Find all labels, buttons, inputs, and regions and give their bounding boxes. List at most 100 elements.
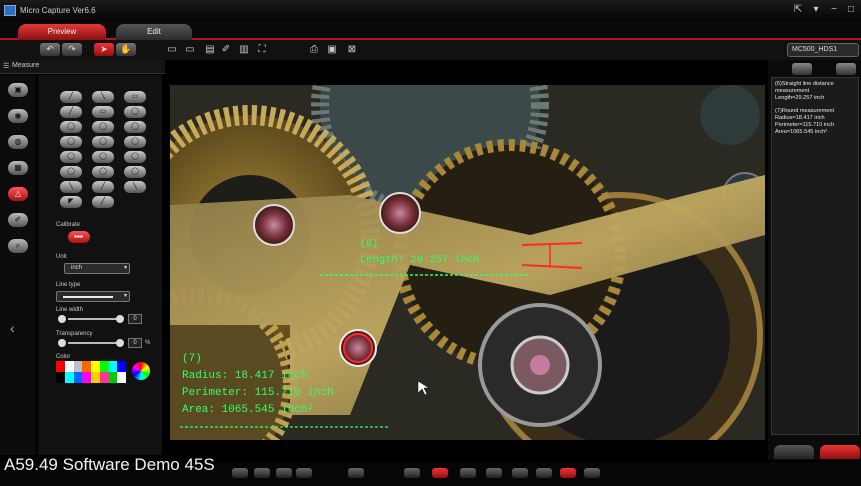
color-swatch[interactable] — [56, 372, 65, 383]
color-swatch[interactable] — [64, 361, 74, 372]
pan-hand-button[interactable]: ✋ — [116, 43, 136, 56]
results-clear-button[interactable] — [774, 445, 814, 459]
measure-line2-icon[interactable]: ╱ — [92, 181, 114, 193]
measure-freehand-icon[interactable]: ╱ — [92, 196, 114, 208]
color-swatch[interactable] — [108, 361, 118, 372]
measure-rectangle-icon[interactable]: ▭ — [124, 91, 146, 103]
playback-button[interactable] — [536, 468, 552, 478]
radius-text: Radius: 18.417 inch — [182, 370, 307, 382]
playback-button[interactable] — [584, 468, 600, 478]
measure-point-line-icon[interactable]: ◯ — [92, 151, 114, 163]
unit-label: Unit — [56, 254, 67, 260]
transparency-knob[interactable] — [116, 339, 124, 347]
fullscreen-icon[interactable]: ⛶ — [256, 44, 268, 55]
record-button[interactable] — [432, 468, 448, 478]
measure-polyline-icon[interactable]: ╲ — [92, 91, 114, 103]
transparency-slider[interactable] — [68, 342, 118, 344]
edit-icon[interactable]: ✐ — [220, 44, 232, 55]
line-width-slider[interactable] — [68, 318, 118, 320]
measure-center-circle-icon[interactable]: ◯ — [60, 136, 82, 148]
camera-snapshot-icon[interactable] — [792, 63, 812, 75]
select-cursor-button[interactable]: ➤ — [94, 43, 114, 56]
collapse-panel-icon[interactable]: ‹ — [10, 320, 15, 336]
camera-icon[interactable]: ▭ — [184, 44, 196, 55]
playback-button[interactable] — [404, 468, 420, 478]
document-icon[interactable]: ▥ — [238, 44, 250, 55]
video-capture-icon[interactable]: ▭ — [166, 44, 178, 55]
live-image[interactable]: (6) Length: 29.257 inch (7) Radius: 18.4… — [170, 85, 765, 440]
line-width-knob[interactable] — [116, 315, 124, 323]
color-swatch[interactable] — [82, 361, 91, 372]
measure-icon[interactable]: △ — [8, 187, 28, 201]
copy-icon[interactable]: ▤ — [204, 44, 216, 55]
maximize-icon[interactable]: □ — [843, 3, 859, 17]
stop-button[interactable] — [560, 468, 576, 478]
image-icon[interactable]: ▣ — [326, 44, 338, 55]
color-swatch[interactable] — [91, 372, 100, 383]
playback-button[interactable] — [254, 468, 270, 478]
measure-curve-icon[interactable]: ╲ — [124, 181, 146, 193]
print-icon[interactable]: ⎙ — [308, 44, 320, 55]
fit-icon[interactable]: ⊠ — [346, 44, 358, 55]
measure-circle-icon[interactable]: ◯ — [124, 106, 146, 118]
color-swatch[interactable] — [99, 361, 109, 372]
color-swatch[interactable] — [117, 361, 126, 372]
measure-triangle-icon[interactable]: ◤ — [60, 196, 82, 208]
measure-vertical-icon[interactable]: ◯ — [60, 166, 82, 178]
measure-angle-icon[interactable]: ╱ — [60, 106, 82, 118]
calibrate-button[interactable]: ▸▸▸ — [68, 231, 90, 243]
measure-three-point-circle-icon[interactable]: ◯ — [92, 136, 114, 148]
measure-arc-icon[interactable]: ◯ — [60, 121, 82, 133]
color-swatch[interactable] — [82, 372, 91, 383]
unit-select[interactable]: inch ▾ — [64, 263, 130, 274]
playback-button[interactable] — [512, 468, 528, 478]
minimize-icon[interactable]: − — [826, 3, 842, 17]
color-swatch[interactable] — [56, 361, 65, 372]
tab-edit[interactable]: Edit — [116, 24, 192, 40]
measure-ellipse-icon[interactable]: ◯ — [92, 121, 114, 133]
capture-icon[interactable]: ▣ — [8, 83, 28, 97]
redo-button[interactable]: ↷ — [62, 43, 82, 56]
magnify-icon[interactable]: ⌕ — [8, 239, 28, 253]
playback-button[interactable] — [232, 468, 248, 478]
color-swatch[interactable] — [99, 372, 109, 383]
measure-distance-icon[interactable]: ◯ — [60, 151, 82, 163]
draw-icon[interactable]: ✐ — [8, 213, 28, 227]
measure-ring-icon[interactable]: ◯ — [124, 121, 146, 133]
color-swatch[interactable] — [91, 361, 100, 372]
measure-angle2-icon[interactable]: ╲ — [60, 181, 82, 193]
measure-parallel-icon[interactable]: ◯ — [124, 151, 146, 163]
record-icon[interactable]: ◉ — [8, 109, 28, 123]
measure-arc2-icon[interactable]: ◯ — [92, 166, 114, 178]
playback-button[interactable] — [486, 468, 502, 478]
results-delete-button[interactable] — [820, 445, 860, 459]
line-type-select[interactable]: ▾ — [56, 291, 130, 302]
color-swatch[interactable] — [73, 372, 83, 383]
line-width-min-knob[interactable] — [58, 315, 66, 323]
device-select[interactable]: MC500_HDS1 — [787, 43, 859, 57]
playback-button[interactable] — [348, 468, 364, 478]
transparency-min-knob[interactable] — [58, 339, 66, 347]
undo-button[interactable]: ↶ — [40, 43, 60, 56]
measure-line-icon[interactable]: ╱ — [60, 91, 82, 103]
restore-icon[interactable]: ⇱ — [790, 3, 806, 17]
color-wheel-icon[interactable] — [132, 362, 150, 380]
color-swatch[interactable] — [64, 372, 74, 383]
playback-button[interactable] — [460, 468, 476, 478]
measure-rect2-icon[interactable]: ▭ — [92, 106, 114, 118]
line-width-value[interactable]: 0 — [128, 314, 142, 324]
menu-icon[interactable]: ☰ — [3, 62, 9, 70]
playback-button[interactable] — [296, 468, 312, 478]
color-swatch[interactable] — [73, 361, 83, 372]
color-swatch[interactable] — [117, 372, 126, 383]
export-icon[interactable] — [836, 63, 856, 75]
playback-button[interactable] — [276, 468, 292, 478]
camera-settings-icon[interactable]: ◍ — [8, 135, 28, 149]
measure-annulus-icon[interactable]: ◯ — [124, 166, 146, 178]
menu-dropdown-icon[interactable]: ▾ — [808, 3, 824, 17]
color-swatch[interactable] — [108, 372, 118, 383]
image-adjust-icon[interactable]: ▦ — [8, 161, 28, 175]
tab-preview[interactable]: Preview — [18, 24, 106, 40]
transparency-value[interactable]: 0 — [128, 338, 142, 348]
measure-concentric-icon[interactable]: ◯ — [124, 136, 146, 148]
